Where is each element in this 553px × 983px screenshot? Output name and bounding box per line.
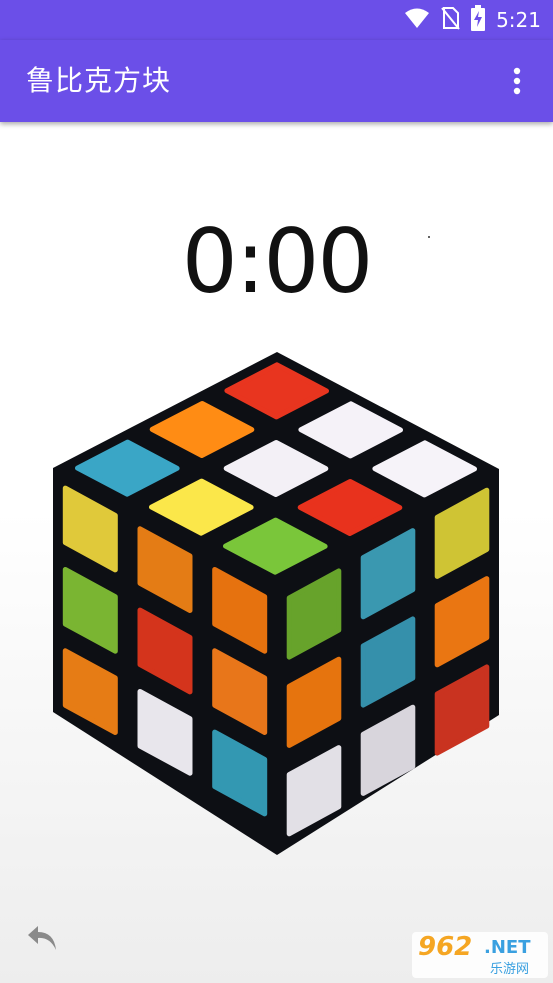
watermark-net: .NET — [484, 937, 531, 958]
more-vert-icon — [513, 67, 521, 95]
timer-display: 0:00 — [181, 210, 374, 313]
dot — [428, 236, 430, 238]
status-icons: 5:21 — [404, 0, 541, 40]
app-title: 鲁比克方块 — [26, 64, 172, 97]
watermark-sub: 乐游网 — [490, 962, 530, 977]
watermark-brand: 962 — [418, 932, 473, 962]
wifi-icon — [404, 7, 430, 33]
cube-canvas[interactable] — [0, 340, 553, 870]
undo-button[interactable] — [24, 922, 64, 958]
status-time: 5:21 — [496, 8, 541, 32]
watermark-logo: 962 .NET 乐游网 — [412, 932, 548, 978]
status-bar: 5:21 — [0, 0, 553, 40]
undo-icon — [28, 926, 56, 950]
overflow-menu-button[interactable] — [495, 59, 539, 103]
battery-charging-icon — [470, 5, 486, 35]
rubiks-cube[interactable] — [0, 340, 553, 870]
app-bar: 鲁比克方块 — [0, 40, 553, 122]
no-sim-icon — [440, 6, 460, 34]
